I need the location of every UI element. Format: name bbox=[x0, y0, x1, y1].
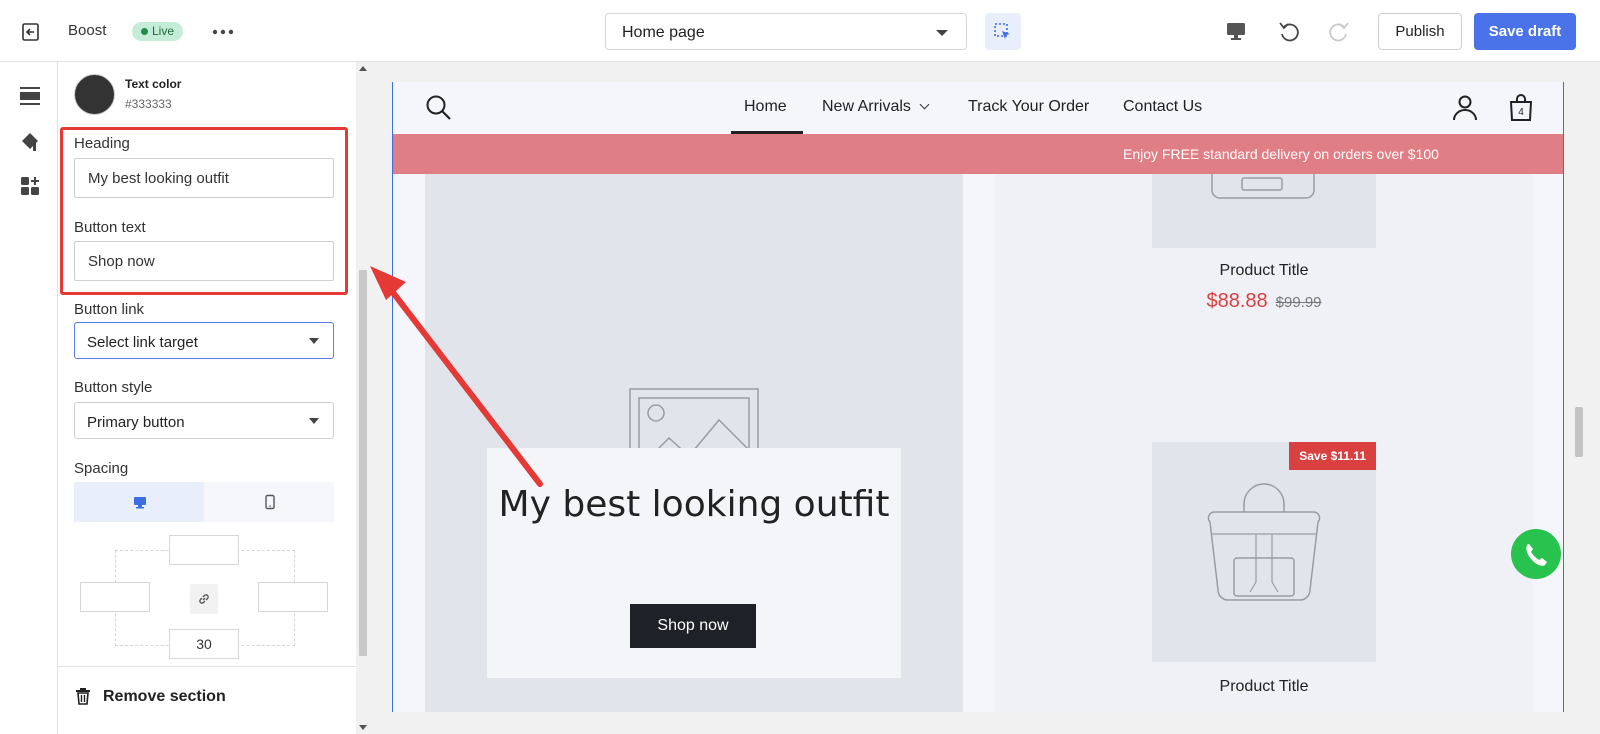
left-rail bbox=[0, 62, 58, 734]
apps-add-icon[interactable] bbox=[18, 174, 42, 198]
account-icon[interactable] bbox=[1451, 94, 1479, 122]
mobile-icon bbox=[265, 494, 275, 510]
promo-bar: Enjoy FREE standard delivery on orders o… bbox=[393, 134, 1563, 174]
button-style-select[interactable]: Primary button bbox=[74, 402, 334, 439]
trash-icon bbox=[76, 688, 90, 705]
live-dot-icon bbox=[141, 28, 148, 35]
product-title[interactable]: Product Title bbox=[995, 678, 1533, 696]
undo-icon[interactable] bbox=[1277, 19, 1301, 43]
spacing-bottom-input[interactable]: 30 bbox=[169, 629, 239, 659]
spacing-left-input[interactable] bbox=[80, 582, 150, 612]
button-style-label: Button style bbox=[74, 379, 153, 396]
inspect-icon bbox=[994, 23, 1010, 39]
product-image[interactable] bbox=[1152, 174, 1376, 248]
promo-text: Enjoy FREE standard delivery on orders o… bbox=[1123, 146, 1439, 162]
remove-section-label: Remove section bbox=[103, 688, 226, 705]
device-tabs bbox=[74, 482, 334, 522]
live-label: Live bbox=[152, 24, 175, 38]
more-icon[interactable] bbox=[212, 29, 234, 35]
remove-section-button[interactable]: Remove section bbox=[58, 666, 356, 734]
page-select[interactable]: Home page bbox=[605, 13, 967, 50]
nav-contact-us[interactable]: Contact Us bbox=[1123, 98, 1202, 116]
live-badge: Live bbox=[132, 22, 184, 41]
nav-home[interactable]: Home bbox=[744, 98, 787, 116]
whatsapp-icon[interactable] bbox=[1510, 528, 1562, 580]
spacing-top-input[interactable] bbox=[169, 535, 239, 565]
annotation-arrow bbox=[370, 266, 543, 487]
text-color-value: #333333 bbox=[125, 97, 172, 111]
text-color-label: Text color bbox=[125, 77, 182, 91]
spacing-diagram: 30 bbox=[80, 532, 330, 662]
button-link-select[interactable]: Select link target bbox=[74, 322, 334, 359]
product-price: $88.88 $99.99 bbox=[995, 290, 1533, 313]
save-draft-button[interactable]: Save draft bbox=[1474, 13, 1576, 50]
link-icon bbox=[199, 594, 209, 604]
tab-mobile[interactable] bbox=[204, 482, 334, 522]
spacing-label: Spacing bbox=[74, 460, 129, 477]
hero-shop-now-button[interactable]: Shop now bbox=[630, 604, 756, 648]
inspect-button[interactable] bbox=[985, 13, 1021, 50]
top-bar: Boost Live Home page Publish Save draft bbox=[0, 0, 1600, 62]
publish-button[interactable]: Publish bbox=[1378, 13, 1462, 50]
store-header: Home New Arrivals Track Your Order Conta… bbox=[393, 82, 1563, 134]
search-icon[interactable] bbox=[425, 94, 453, 122]
page-select-value: Home page bbox=[622, 24, 705, 41]
preview-scroll-thumb[interactable] bbox=[1575, 407, 1583, 457]
chevron-down-icon bbox=[919, 99, 930, 110]
settings-panel: Text color #333333 Heading Button text B… bbox=[58, 62, 356, 734]
compare-price: $99.99 bbox=[1275, 294, 1322, 311]
backpack-icon bbox=[1207, 483, 1321, 601]
app-name: Boost bbox=[68, 22, 107, 39]
redo-icon[interactable] bbox=[1327, 19, 1351, 43]
nav-new-arrivals[interactable]: New Arrivals bbox=[822, 98, 930, 116]
theme-brush-icon[interactable] bbox=[18, 129, 42, 153]
highlight-annotation bbox=[60, 127, 348, 295]
product-image[interactable]: Save $11.11 bbox=[1152, 442, 1376, 662]
store-content: My best looking outfit Shop now Product … bbox=[393, 174, 1563, 712]
sale-price: $88.88 bbox=[1206, 290, 1268, 312]
tab-desktop[interactable] bbox=[74, 482, 204, 522]
chevron-down-icon bbox=[309, 338, 319, 344]
store-preview: Home New Arrivals Track Your Order Conta… bbox=[392, 82, 1564, 712]
preview-scrollbar[interactable] bbox=[1572, 62, 1586, 734]
scroll-up-icon[interactable] bbox=[359, 66, 367, 71]
desktop-icon[interactable] bbox=[1225, 20, 1247, 42]
button-link-value: Select link target bbox=[87, 334, 198, 351]
button-style-value: Primary button bbox=[87, 414, 185, 431]
nav-track-order[interactable]: Track Your Order bbox=[968, 98, 1089, 116]
spacing-right-input[interactable] bbox=[258, 582, 328, 612]
cart-icon[interactable]: 4 bbox=[1507, 93, 1535, 123]
sections-icon[interactable] bbox=[18, 84, 42, 108]
button-link-label: Button link bbox=[74, 301, 145, 318]
bag-icon bbox=[1211, 174, 1315, 199]
chevron-down-icon bbox=[936, 30, 948, 36]
scroll-down-icon[interactable] bbox=[359, 725, 367, 730]
cart-count: 4 bbox=[1518, 107, 1524, 118]
text-color-swatch[interactable] bbox=[74, 74, 115, 115]
product-column: Product Title $88.88 $99.99 Save $11.11 P… bbox=[995, 174, 1533, 712]
nav-new-arrivals-label: New Arrivals bbox=[822, 98, 911, 115]
exit-icon[interactable] bbox=[20, 21, 42, 43]
link-spacing-button[interactable] bbox=[190, 584, 218, 614]
desktop-icon bbox=[134, 497, 146, 509]
chevron-down-icon bbox=[309, 418, 319, 424]
product-title[interactable]: Product Title bbox=[995, 262, 1533, 280]
